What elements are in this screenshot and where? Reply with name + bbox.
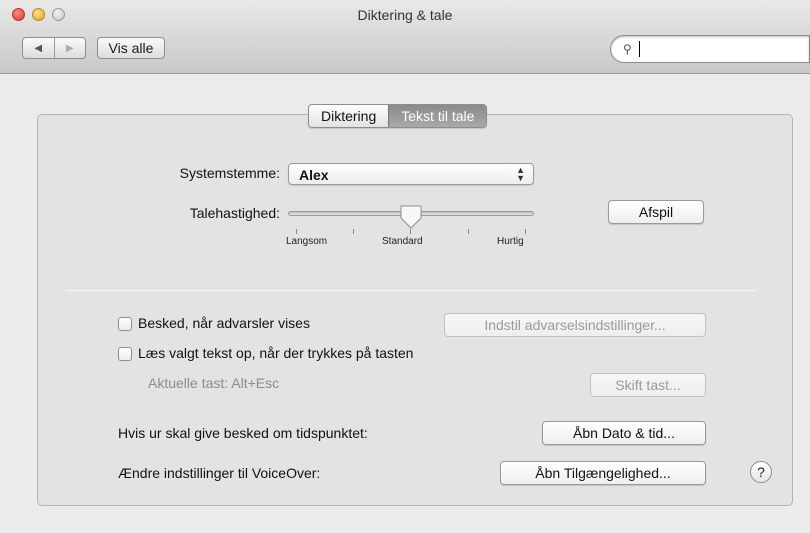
alert-checkbox-label: Besked, når advarsler vises — [138, 315, 310, 331]
search-field[interactable]: ⚲ — [610, 35, 810, 63]
tick-label-fast: Hurtig — [497, 236, 524, 247]
tab-bar: Diktering Tekst til tale — [308, 104, 488, 128]
read-selected-text-checkbox[interactable] — [118, 347, 132, 361]
voiceover-label: Ændre indstillinger til VoiceOver: — [118, 465, 321, 481]
change-key-button[interactable]: Skift tast... — [590, 373, 706, 397]
slider-knob[interactable] — [399, 204, 423, 230]
tab-diktering[interactable]: Diktering — [309, 105, 389, 127]
tab-tekst-til-tale[interactable]: Tekst til tale — [388, 105, 487, 127]
preferences-window: Diktering & tale ◀ ▶ Vis alle ⚲ Dikterin… — [0, 0, 810, 533]
clock-announce-label: Hvis ur skal give besked om tidspunktet: — [118, 425, 368, 441]
tick-label-standard: Standard — [382, 236, 423, 247]
search-icon: ⚲ — [623, 42, 632, 56]
section-divider — [66, 290, 756, 291]
search-input[interactable] — [641, 40, 801, 58]
slider-tick — [353, 229, 354, 234]
text-caret — [639, 41, 640, 57]
slider-tick — [525, 229, 526, 234]
popup-arrows-icon: ▲ ▼ — [516, 165, 525, 183]
back-arrow-icon[interactable]: ◀ — [23, 38, 54, 58]
open-date-time-button[interactable]: Åbn Dato & tid... — [542, 421, 706, 445]
read-selected-text-label: Læs valgt tekst op, når der trykkes på t… — [138, 345, 414, 361]
show-all-button[interactable]: Vis alle — [97, 37, 165, 59]
tick-label-slow: Langsom — [286, 236, 328, 247]
play-button[interactable]: Afspil — [608, 200, 704, 224]
slider-tick — [296, 229, 297, 234]
system-voice-value: Alex — [299, 167, 329, 183]
slider-tick — [468, 229, 469, 234]
slider-tick — [410, 229, 411, 234]
system-voice-label: Systemstemme: — [179, 165, 280, 181]
help-icon[interactable]: ? — [750, 461, 772, 483]
current-key-label: Aktuelle tast: Alt+Esc — [148, 375, 280, 391]
back-forward-control: ◀ ▶ — [22, 37, 86, 59]
speaking-rate-label: Talehastighed: — [189, 205, 280, 221]
system-voice-popup[interactable]: Alex ▲ ▼ — [288, 163, 534, 185]
title-bar: Diktering & tale ◀ ▶ Vis alle ⚲ — [0, 0, 810, 74]
open-accessibility-button[interactable]: Åbn Tilgængelighed... — [500, 461, 706, 485]
window-title: Diktering & tale — [357, 7, 453, 23]
alert-checkbox[interactable] — [118, 317, 132, 331]
forward-arrow-icon[interactable]: ▶ — [53, 38, 86, 58]
alert-settings-button[interactable]: Indstil advarselsindstillinger... — [444, 313, 706, 337]
